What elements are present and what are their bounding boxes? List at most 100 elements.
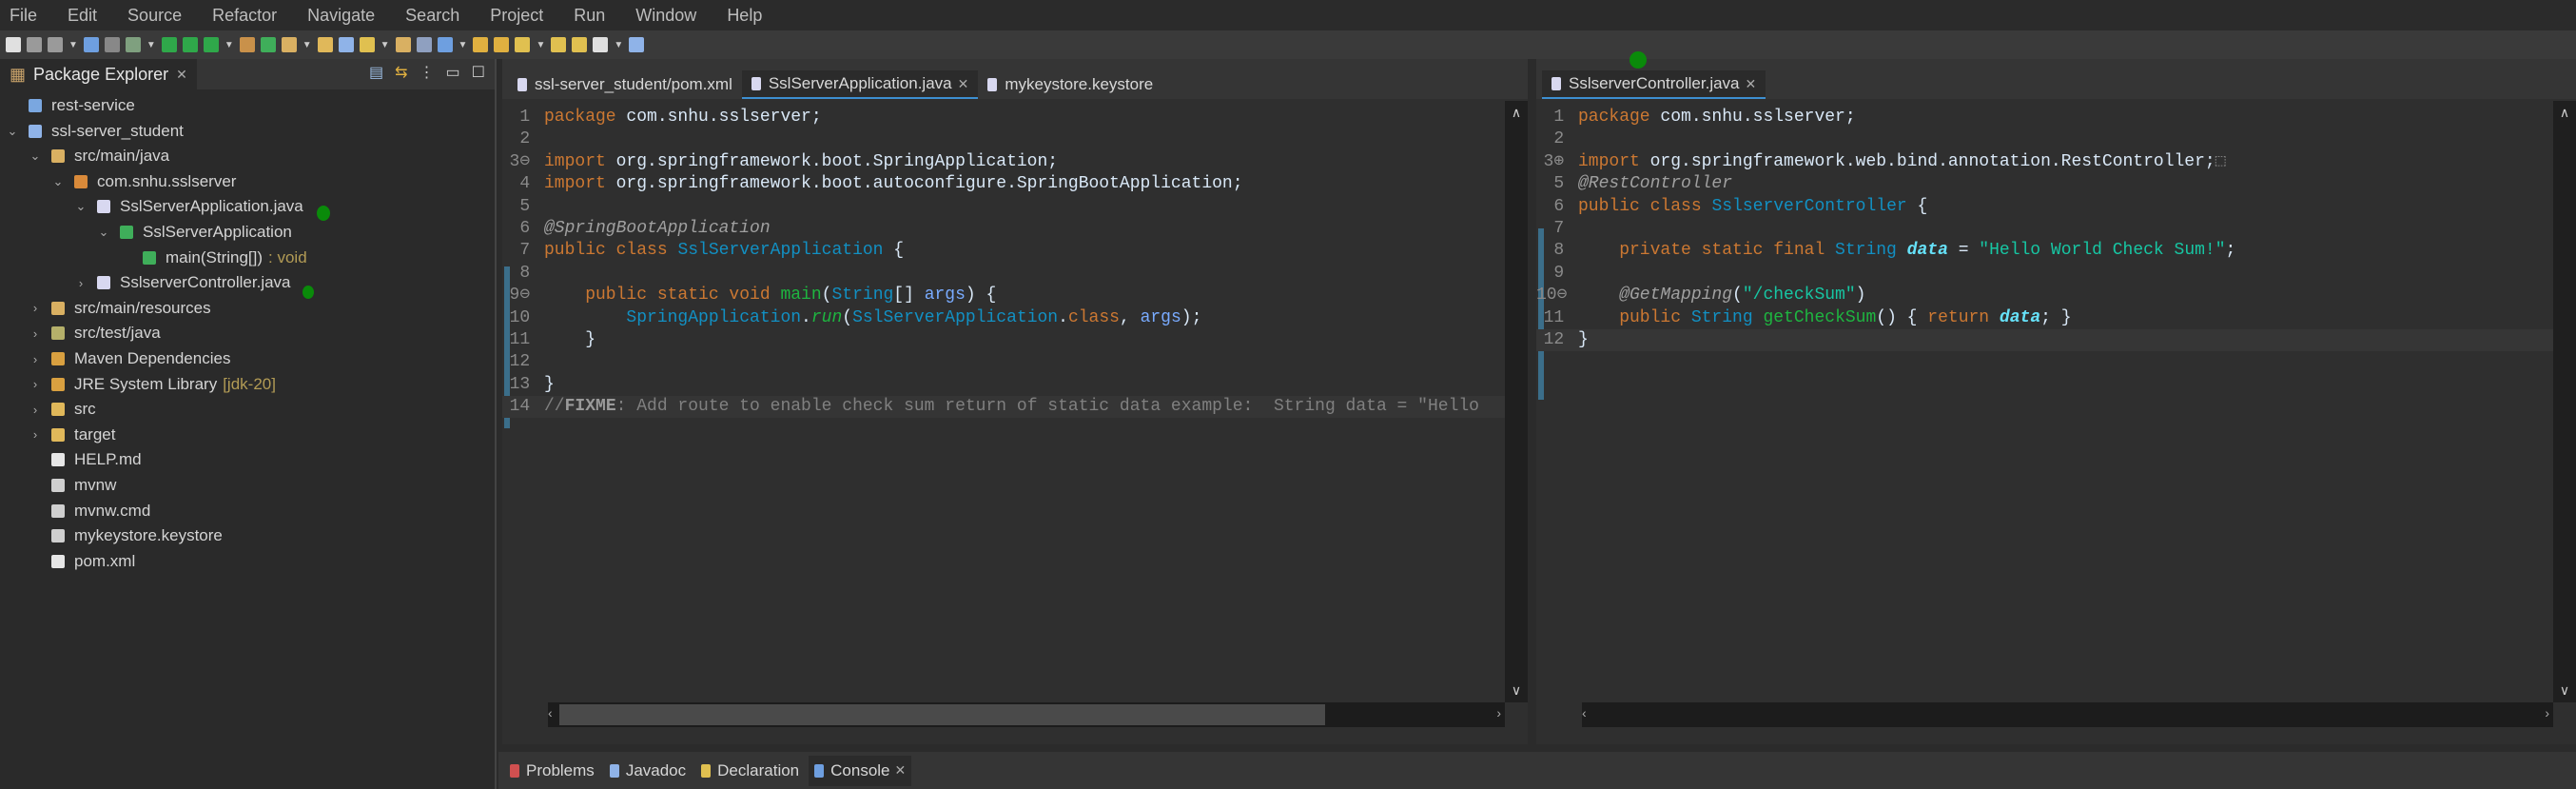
toolbar-button-icon[interactable] [572,37,588,52]
code-line[interactable]: 7 public class SslServerApplication { [502,240,1505,262]
toolbar-button-icon[interactable] [125,37,141,52]
menu-search[interactable]: Search [405,6,459,26]
toolbar-button-icon[interactable] [239,37,255,52]
code-line[interactable]: 12 [502,351,1505,373]
code-line[interactable]: 10⊖ @GetMapping("/checkSum") [1536,285,2553,306]
code-line[interactable]: 3⊕ import org.springframework.web.bind.a… [1536,151,2553,173]
code-line[interactable]: 4 import org.springframework.boot.autoco… [502,173,1505,195]
package-explorer-tab[interactable]: ▦ Package Explorer ✕ [0,59,197,89]
toolbar-button-icon[interactable] [395,37,411,52]
dropdown-arrow-icon[interactable]: ▼ [146,40,156,50]
code-line[interactable]: 1 package com.snhu.sslserver; [502,107,1505,128]
tree-item[interactable]: ⌄ ssl-server_student [6,119,184,144]
dropdown-arrow-icon[interactable]: ▼ [381,40,390,50]
chevron-down-icon[interactable]: ⌄ [6,124,19,139]
code-line[interactable]: 13 } [502,374,1505,396]
code-line[interactable]: 11 public String getCheckSum() { return … [1536,307,2553,329]
code-line[interactable]: 5 [502,196,1505,218]
tree-item[interactable]: mykeystore.keystore [29,523,223,548]
toolbar-button-icon[interactable] [338,37,354,52]
menu-help[interactable]: Help [727,6,762,26]
toolbar-button-icon[interactable] [317,37,333,52]
menu-project[interactable]: Project [490,6,543,26]
code-line[interactable]: 7 [1536,218,2553,240]
toolbar-button-icon[interactable] [593,37,609,52]
chevron-right-icon[interactable]: › [29,377,42,391]
chevron-right-icon[interactable]: › [74,276,88,290]
toolbar-button-icon[interactable] [359,37,375,52]
menu-refactor[interactable]: Refactor [212,6,277,26]
code-line[interactable]: 5 @RestController [1536,173,2553,195]
toolbar-button-icon[interactable] [83,37,99,52]
horizontal-scrollbar[interactable]: ‹ › [1582,702,2553,727]
chevron-down-icon[interactable]: ⌄ [51,174,65,189]
menu-source[interactable]: Source [127,6,182,26]
menu-run[interactable]: Run [574,6,605,26]
toolbar-button-icon[interactable] [473,37,489,52]
toolbar-button-icon[interactable] [161,37,177,52]
toolbar-button-icon[interactable] [104,37,120,52]
tab-console[interactable]: Console ✕ [809,755,912,786]
editor-tab[interactable]: SslServerApplication.java ✕ [741,70,979,99]
code-area[interactable]: 1 package com.snhu.sslserver; 2 3⊕ import… [1536,101,2553,702]
tab-problems[interactable]: Problems [504,756,600,786]
dropdown-arrow-icon[interactable]: ▼ [614,40,623,50]
chevron-down-icon[interactable]: ⌄ [29,148,42,164]
code-line[interactable]: 14 //FIXME: Add route to enable check su… [502,396,1505,419]
maximize-icon[interactable]: ☐ [472,63,485,82]
chevron-right-icon[interactable]: › [29,301,42,315]
toolbar-button-icon[interactable] [416,37,432,52]
code-line[interactable]: 12 } [1536,329,2553,351]
chevron-right-icon[interactable]: › [29,326,42,341]
tree-item[interactable]: main(String[]): void [120,246,307,270]
collapse-all-icon[interactable]: ▤ [369,63,383,82]
tree-item[interactable]: rest-service [6,93,135,118]
tree-item[interactable]: › Maven Dependencies [29,346,231,371]
chevron-down-icon[interactable]: ⌄ [74,199,88,214]
tab-javadoc[interactable]: Javadoc [604,756,692,786]
tree-item[interactable]: ⌄ SslServerApplication [97,220,292,245]
tree-item[interactable]: › src/main/resources [29,296,211,321]
code-line[interactable]: 8 private static final String data = "He… [1536,240,2553,262]
tree-item[interactable]: › SslserverController.java [74,270,291,295]
tree-item[interactable]: ⌄ SslServerApplication.java [74,194,303,219]
toolbar-button-icon[interactable] [203,37,219,52]
toolbar-button-icon[interactable] [515,37,531,52]
toolbar-button-icon[interactable] [494,37,510,52]
vertical-scrollbar[interactable]: ∧ ∨ [2553,101,2576,702]
chevron-right-icon[interactable]: › [29,427,42,442]
editor-tab[interactable]: SslserverController.java ✕ [1542,70,1766,99]
code-line[interactable]: 2 [502,128,1505,150]
editor-tab[interactable]: ssl-server_student/pom.xml [508,70,742,99]
toolbar-button-icon[interactable] [260,37,276,52]
toolbar-button-icon[interactable] [551,37,567,52]
tab-declaration[interactable]: Declaration [695,756,805,786]
code-line[interactable]: 9 [1536,263,2553,285]
code-line[interactable]: 1 package com.snhu.sslserver; [1536,107,2553,128]
toolbar-button-icon[interactable] [281,37,297,52]
tree-item[interactable]: mvnw [29,473,116,498]
code-line[interactable]: 8 [502,263,1505,285]
menu-window[interactable]: Window [635,6,696,26]
editor-tab[interactable]: mykeystore.keystore [978,70,1162,99]
toolbar-button-icon[interactable] [27,37,42,52]
chevron-down-icon[interactable]: ⌄ [97,225,110,240]
code-line[interactable]: 10 SpringApplication.run(SslServerApplic… [502,307,1505,329]
tree-item[interactable]: › JRE System Library [jdk-20] [29,372,276,397]
menu-edit[interactable]: Edit [68,6,97,26]
code-line[interactable]: 6 @SpringBootApplication [502,218,1505,240]
code-line[interactable]: 6 public class SslserverController { [1536,196,2553,218]
close-icon[interactable]: ✕ [958,76,969,92]
code-line[interactable]: 3⊖ import org.springframework.boot.Sprin… [502,151,1505,173]
code-line[interactable]: 11 } [502,329,1505,351]
chevron-right-icon[interactable]: › [29,403,42,417]
toolbar-button-icon[interactable] [629,37,645,52]
view-menu-icon[interactable]: ⋮ [420,63,435,82]
close-icon[interactable]: ✕ [1746,76,1757,92]
toolbar-button-icon[interactable] [437,37,453,52]
tree-item[interactable]: ⌄ com.snhu.sslserver [51,169,237,194]
toolbar-button-icon[interactable] [6,37,21,52]
tree-item[interactable]: › src/test/java [29,321,161,345]
dropdown-arrow-icon[interactable]: ▼ [536,40,545,50]
close-icon[interactable]: ✕ [895,762,907,779]
